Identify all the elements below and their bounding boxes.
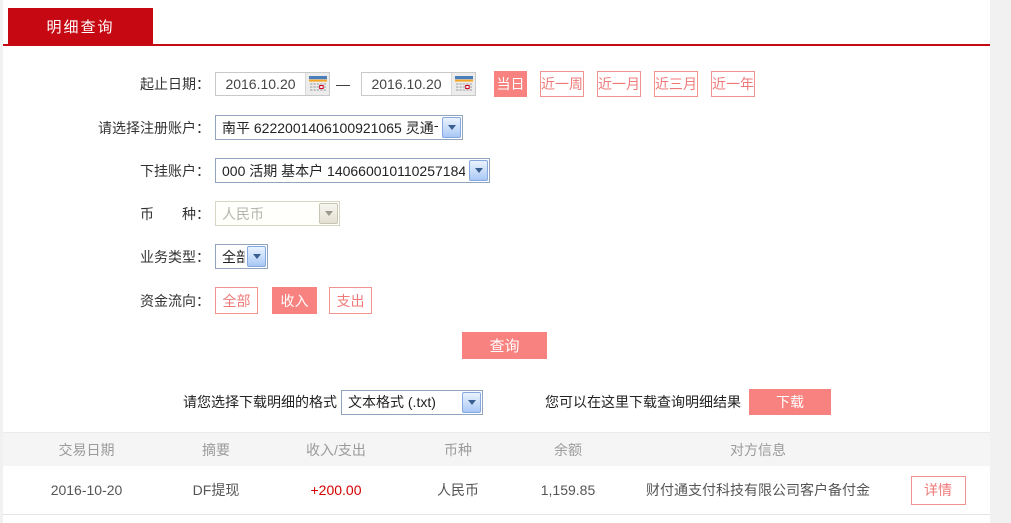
fund-flow-label: 资金流向： (140, 292, 210, 309)
registered-account-row: 请选择注册账户： 南平 6222001406100921065 灵通卡 (3, 115, 990, 140)
download-hint: 您可以在这里下载查询明细结果 (545, 394, 741, 410)
start-date-input[interactable]: 2016.10.20 (215, 72, 330, 96)
download-row: 请您选择下载明细的格式 文本格式 (.txt) 您可以在这里下载查询明细结果 下… (3, 389, 990, 415)
tab-detail-query[interactable]: 明细查询 (8, 8, 153, 44)
business-type-label: 业务类型： (140, 248, 210, 265)
col-header-amount: 收入/支出 (306, 441, 366, 458)
download-button[interactable]: 下载 (749, 389, 831, 415)
business-type-select[interactable]: 全部 (215, 244, 268, 269)
col-header-balance: 余额 (554, 441, 582, 458)
download-format-select[interactable]: 文本格式 (.txt) (341, 389, 483, 415)
end-date-value: 2016.10.20 (371, 76, 442, 92)
download-format-value: 文本格式 (.txt) (348, 394, 436, 410)
col-header-currency: 币种 (444, 441, 472, 458)
col-header-date: 交易日期 (58, 441, 115, 458)
registered-account-select[interactable]: 南平 6222001406100921065 灵通卡 (215, 115, 463, 140)
fund-flow-expense-button[interactable]: 支出 (329, 287, 372, 314)
chevron-down-icon (319, 203, 338, 224)
col-header-counterparty: 对方信息 (730, 441, 786, 458)
query-button[interactable]: 查询 (462, 332, 547, 359)
sub-account-label: 下挂账户： (140, 162, 210, 179)
currency-label: 币 种： (140, 205, 210, 222)
registered-account-label: 请选择注册账户： (98, 119, 210, 136)
results-table: 交易日期 摘要 收入/支出 币种 余额 对方信息 2016-10-20 DF提现… (3, 432, 990, 515)
query-form: 起止日期： 2016.10.20 — 2016.10.20 当日 近一周 近一月… (3, 46, 990, 359)
sub-account-value: 000 活期 基本户 1406600101102571848 (222, 162, 465, 179)
query-button-row: 查询 (3, 332, 990, 359)
chevron-down-icon[interactable] (469, 160, 488, 181)
calendar-icon[interactable] (305, 73, 329, 95)
last-year-button[interactable]: 近一年 (711, 71, 755, 97)
end-date-input[interactable]: 2016.10.20 (361, 72, 476, 96)
currency-value: 人民币 (222, 205, 264, 222)
col-header-summary: 摘要 (202, 441, 230, 458)
cell-summary: DF提现 (192, 482, 240, 498)
table-row: 2016-10-20 DF提现 +200.00 人民币 1,159.85 财付通… (3, 466, 990, 515)
last-month-button[interactable]: 近一月 (597, 71, 641, 97)
currency-select: 人民币 (215, 201, 340, 226)
last-3-months-button[interactable]: 近三月 (654, 71, 698, 97)
calendar-icon[interactable] (451, 73, 475, 95)
fund-flow-income-button[interactable]: 收入 (272, 287, 317, 314)
detail-button[interactable]: 详情 (910, 475, 966, 505)
business-type-value: 全部 (222, 248, 245, 265)
fund-flow-row: 资金流向： 全部 收入 支出 (3, 287, 990, 314)
tab-bar: 明细查询 (3, 0, 990, 44)
date-separator: — (336, 76, 350, 92)
chevron-down-icon[interactable] (442, 117, 461, 138)
sub-account-select[interactable]: 000 活期 基本户 1406600101102571848 (215, 158, 490, 183)
cell-date: 2016-10-20 (50, 482, 123, 498)
cell-action: 详情 (886, 475, 990, 505)
chevron-down-icon[interactable] (247, 246, 266, 267)
fund-flow-all-button[interactable]: 全部 (215, 287, 258, 314)
start-date-value: 2016.10.20 (225, 76, 296, 92)
page: 明细查询 起止日期： 2016.10.20 — 2016.10.20 当日 近一… (3, 0, 990, 523)
cell-balance: 1,159.85 (540, 482, 596, 498)
cell-currency: 人民币 (437, 482, 479, 498)
table-header-row: 交易日期 摘要 收入/支出 币种 余额 对方信息 (3, 432, 990, 466)
today-button[interactable]: 当日 (494, 71, 527, 97)
download-format-label: 请您选择下载明细的格式 (183, 394, 337, 410)
date-range-label: 起止日期： (140, 76, 210, 92)
cell-amount: +200.00 (310, 482, 362, 498)
last-week-button[interactable]: 近一周 (540, 71, 584, 97)
date-range-row: 起止日期： 2016.10.20 — 2016.10.20 当日 近一周 近一月… (3, 71, 990, 97)
content-area: 起止日期： 2016.10.20 — 2016.10.20 当日 近一周 近一月… (3, 46, 990, 515)
chevron-down-icon[interactable] (462, 391, 481, 413)
cell-counterparty: 财付通支付科技有限公司客户备付金 (646, 482, 870, 498)
business-type-row: 业务类型： 全部 (3, 244, 990, 269)
sub-account-row: 下挂账户： 000 活期 基本户 1406600101102571848 (3, 158, 990, 183)
registered-account-value: 南平 6222001406100921065 灵通卡 (222, 119, 438, 136)
currency-row: 币 种： 人民币 (3, 201, 990, 226)
